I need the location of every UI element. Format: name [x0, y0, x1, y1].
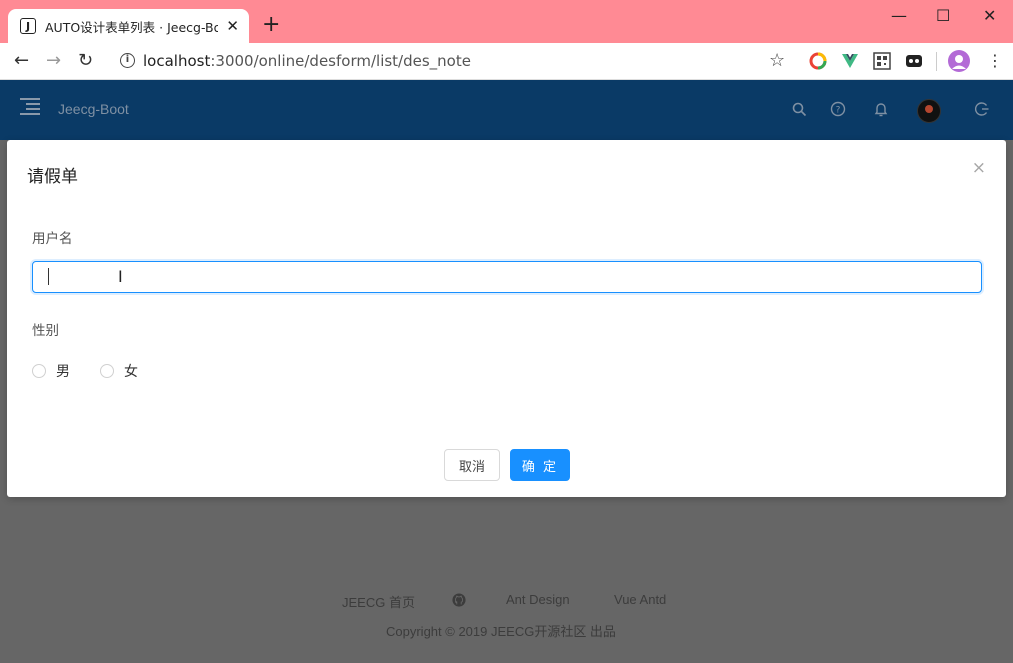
gender-label: 性别 [32, 323, 59, 339]
cancel-button[interactable]: 取消 [444, 449, 500, 481]
ok-button[interactable]: 确 定 [510, 449, 570, 481]
browser-tab-bar: J AUTO设计表单列表 · Jeecg-Boo ✕ + — ☐ ✕ [0, 0, 1013, 43]
radio-circle-icon[interactable] [100, 364, 114, 378]
text-caret [48, 268, 49, 285]
username-label: 用户名 [32, 231, 73, 247]
bookmark-star-icon[interactable]: ☆ [769, 50, 785, 71]
close-window-icon[interactable]: ✕ [983, 6, 996, 25]
chrome-menu-icon[interactable]: ⋮ [987, 51, 1003, 71]
extension-mask-icon[interactable] [905, 52, 923, 70]
url-path: :3000/online/desform/list/des_note [210, 52, 471, 70]
gender-option-female[interactable]: 女 [100, 361, 138, 381]
gender-option-male[interactable]: 男 [32, 361, 70, 381]
address-bar: ← → ↻ i localhost:3000/online/desform/li… [0, 43, 1013, 80]
logout-icon[interactable] [974, 101, 990, 117]
help-icon[interactable]: ? [830, 101, 846, 117]
profile-avatar-icon[interactable] [948, 50, 970, 72]
footer-links: JEECG 首页 Ant Design Vue Antd [0, 592, 1013, 610]
username-input[interactable] [32, 261, 982, 293]
minimize-icon[interactable]: — [891, 6, 907, 25]
url-field[interactable]: localhost:3000/online/desform/list/des_n… [143, 52, 471, 70]
search-icon[interactable] [792, 102, 807, 117]
maximize-icon[interactable]: ☐ [936, 6, 950, 25]
browser-tab[interactable]: J AUTO设计表单列表 · Jeecg-Boo ✕ [8, 9, 249, 43]
svg-text:?: ? [836, 106, 841, 116]
gender-option-label: 女 [124, 364, 138, 380]
toolbar-divider [936, 52, 937, 71]
favicon-icon: J [20, 18, 36, 34]
footer-link-home[interactable]: JEECG 首页 [342, 592, 415, 611]
reload-icon[interactable]: ↻ [78, 51, 93, 71]
avatar[interactable] [917, 99, 941, 123]
site-info-icon[interactable]: i [120, 53, 135, 68]
bell-icon[interactable] [873, 101, 889, 117]
app-header: Jeecg-Boot ? [0, 80, 1013, 140]
new-tab-icon[interactable]: + [262, 14, 280, 36]
brand-title: Jeecg-Boot [58, 101, 129, 117]
url-host: localhost [143, 52, 211, 70]
radio-circle-icon[interactable] [32, 364, 46, 378]
back-icon[interactable]: ← [14, 51, 29, 71]
leave-form-modal: 请假单 × 用户名 I 性别 男 女 取消 确 定 [7, 140, 1006, 497]
tab-close-icon[interactable]: ✕ [226, 17, 239, 35]
vue-devtools-icon[interactable] [841, 52, 859, 70]
gender-option-label: 男 [56, 364, 70, 380]
tab-title: AUTO设计表单列表 · Jeecg-Boo [45, 19, 219, 35]
ibeam-cursor-icon: I [118, 267, 123, 286]
forward-icon[interactable]: → [46, 51, 61, 71]
github-icon[interactable] [452, 593, 466, 607]
extension-color-icon[interactable] [809, 52, 827, 70]
footer-link-ant-design[interactable]: Ant Design [506, 592, 570, 607]
qr-code-icon[interactable] [873, 52, 891, 70]
modal-title: 请假单 [27, 167, 78, 187]
modal-close-icon[interactable]: × [972, 158, 986, 178]
footer-link-vue-antd[interactable]: Vue Antd [614, 592, 666, 607]
menu-fold-icon[interactable] [20, 98, 40, 116]
copyright-text: Copyright © 2019 JEECG开源社区 出品 [386, 624, 616, 639]
